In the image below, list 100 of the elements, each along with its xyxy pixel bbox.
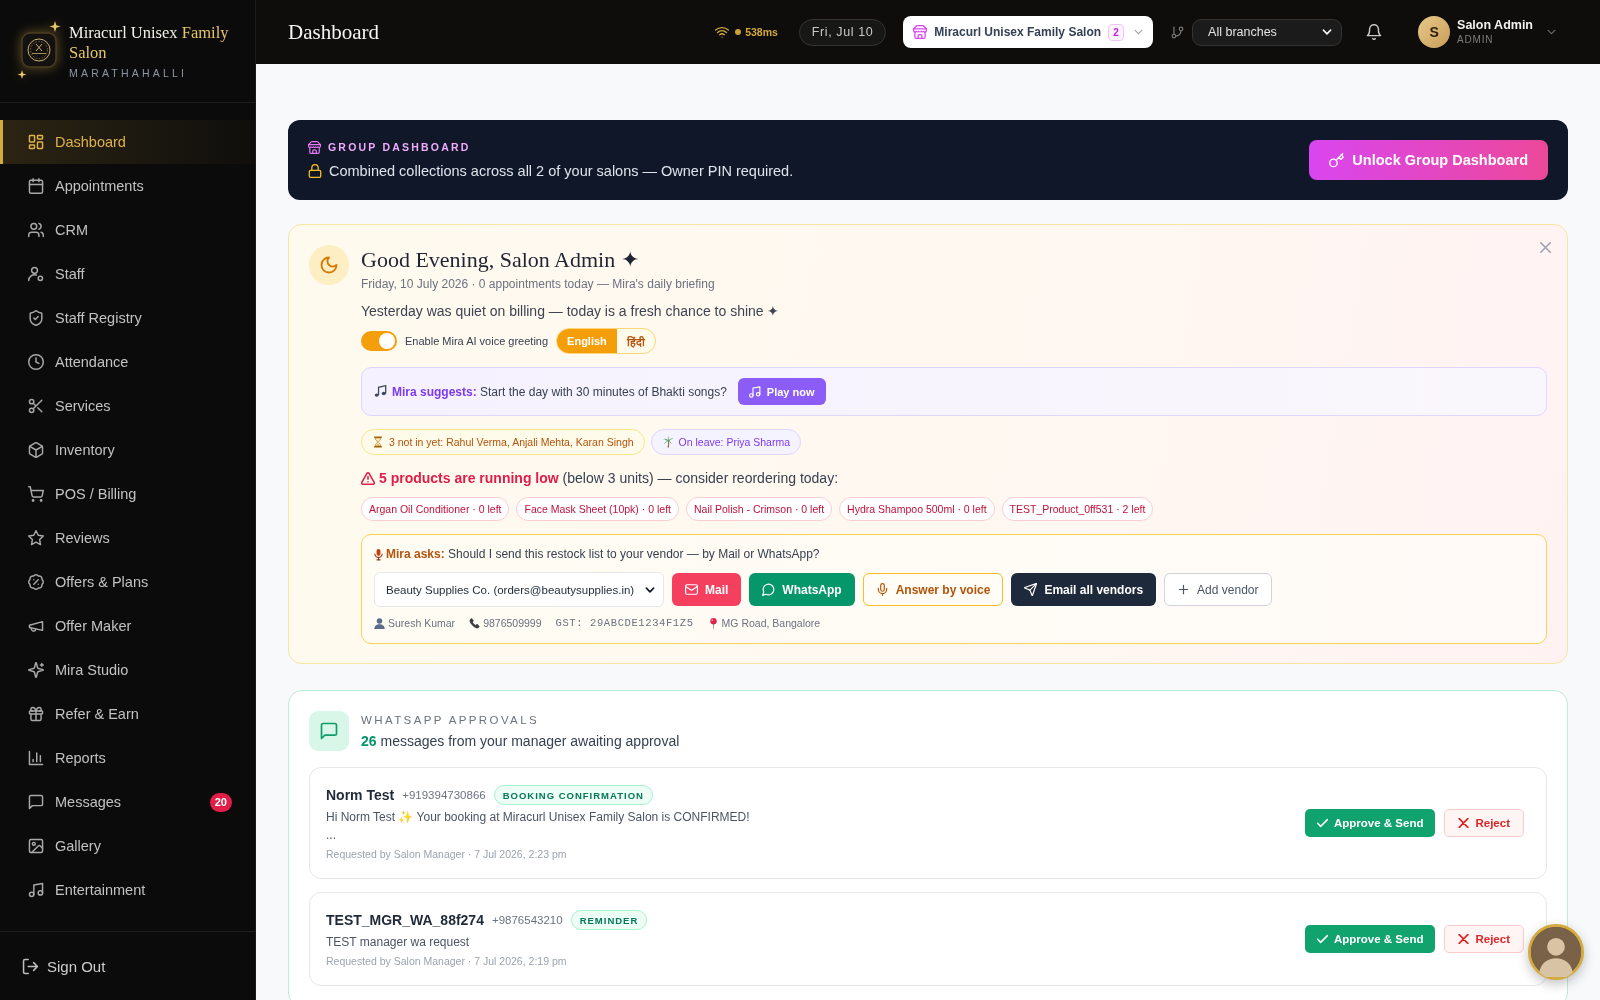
greeting-subtitle: Friday, 10 July 2026 · 0 appointments today — Mira's daily briefing xyxy=(361,276,716,293)
user-icon xyxy=(28,266,44,282)
suggestion-text: Mira suggests: Start the day with 30 minutes of Bhakti songs? xyxy=(392,384,727,399)
nav-item[interactable]: Staff Registry xyxy=(0,296,255,340)
clock-icon xyxy=(28,354,44,370)
greeting-title: Good Evening, Salon Admin ✦ xyxy=(361,246,640,274)
message-type-tag: BOOKING CONFIRMATION xyxy=(493,785,653,805)
salon-selector[interactable]: Miracurl Unisex Family Salon 2 xyxy=(903,16,1154,48)
voice-greeting-toggle[interactable] xyxy=(361,331,397,351)
contact-phone: 9876509999 xyxy=(483,617,542,629)
close-icon xyxy=(1458,934,1470,944)
nav-item[interactable]: Inventory xyxy=(0,428,255,472)
play-now-button[interactable]: Play now xyxy=(737,378,826,405)
mail-button[interactable]: Mail xyxy=(672,573,742,606)
branch-select[interactable]: All branches xyxy=(1192,18,1343,46)
nav-item[interactable]: Mira Studio xyxy=(0,648,255,692)
unlock-button[interactable]: Unlock Group Dashboard xyxy=(1309,140,1548,180)
person-icon xyxy=(374,617,385,629)
chevron-down-icon[interactable] xyxy=(1547,29,1556,35)
contact-phone: +919394730866 xyxy=(402,789,486,801)
latency-text: 538ms xyxy=(745,26,778,38)
nav-item[interactable]: Offers & Plans xyxy=(0,560,255,604)
nav-item[interactable]: Entertainment xyxy=(0,868,255,912)
check-icon xyxy=(1317,818,1328,828)
phone-icon xyxy=(469,617,481,629)
user-name: Salon Admin xyxy=(1457,18,1533,33)
user-avatar[interactable]: S xyxy=(1418,16,1451,48)
location-label: MARATHAHALLI xyxy=(69,67,189,79)
banner-text: Combined collections across all 2 of your salons — Owner PIN required. xyxy=(329,162,794,181)
calendar-icon xyxy=(28,178,44,194)
music-note-icon xyxy=(374,385,387,398)
request-info: Requested by Salon Manager · 7 Jul 2026, 2:23 pm xyxy=(326,847,568,862)
page-title: Dashboard xyxy=(288,19,379,45)
nav-item[interactable]: Staff xyxy=(0,252,255,296)
nav-item[interactable]: Dashboard xyxy=(0,120,255,164)
nav-item[interactable]: Gallery xyxy=(0,824,255,868)
salon-name: Miracurl Unisex Family Salon xyxy=(69,23,230,63)
message-text: Hi Norm Test ✨ Your booking at Miracurl Unisex Family Salon is CONFIRMED! ... xyxy=(326,809,751,844)
nav-item[interactable]: Services xyxy=(0,384,255,428)
key-icon xyxy=(1329,152,1345,168)
nav-item[interactable]: CRM xyxy=(0,208,255,252)
send-icon xyxy=(1024,583,1038,596)
email-all-button[interactable]: Email all vendors xyxy=(1011,573,1157,606)
pin-icon xyxy=(707,617,719,629)
product-chip: Hydra Shampoo 500ml · 0 left xyxy=(839,497,995,521)
language-option[interactable]: हिंदी xyxy=(616,329,655,353)
nav-item[interactable]: Offer Maker xyxy=(0,604,255,648)
music-note-icon xyxy=(748,385,761,398)
message-text: TEST manager wa request xyxy=(326,934,471,951)
count-badge: 2 xyxy=(1108,23,1125,41)
reject-button[interactable]: Reject xyxy=(1444,809,1524,837)
voice-answer-button[interactable]: Answer by voice xyxy=(862,573,1004,606)
microphone-icon xyxy=(374,547,383,561)
bell-icon[interactable] xyxy=(1366,24,1383,40)
nav-item[interactable]: Reports xyxy=(0,736,255,780)
nav-item[interactable]: Appointments xyxy=(0,164,255,208)
palm-tree-icon xyxy=(661,436,674,448)
whatsapp-button[interactable]: WhatsApp xyxy=(749,573,855,606)
warning-icon xyxy=(361,471,375,485)
contact-address: MG Road, Bangalore xyxy=(721,617,821,629)
plus-icon xyxy=(1177,583,1191,596)
staff-note: 3 not in yet: Rahul Verma, Anjali Mehta, Karan Singh xyxy=(361,429,645,455)
low-stock-warning: 5 products are running low (below 3 units) — consider reordering today: xyxy=(379,470,839,486)
sign-out-button[interactable]: Sign Out xyxy=(22,957,106,975)
close-icon[interactable] xyxy=(1540,242,1551,253)
contact-phone: +9876543210 xyxy=(491,914,563,926)
branch-icon xyxy=(1171,25,1185,39)
cart-icon xyxy=(28,486,44,502)
nav-item[interactable]: Attendance xyxy=(0,340,255,384)
close-icon xyxy=(1458,818,1470,828)
megaphone-icon xyxy=(28,618,44,634)
product-chip: Face Mask Sheet (10pk) · 0 left xyxy=(516,497,679,521)
section-label: WHATSAPP APPROVALS xyxy=(361,712,541,728)
star-icon xyxy=(28,530,44,546)
vendor-select[interactable]: Beauty Supplies Co. (orders@beautysupplies.in) xyxy=(374,572,664,607)
store-icon xyxy=(913,25,928,39)
chat-bubble-icon xyxy=(762,583,776,596)
add-vendor-button[interactable]: Add vendor xyxy=(1164,573,1272,606)
nav-item[interactable]: Refer & Earn xyxy=(0,692,255,736)
lock-icon xyxy=(308,164,322,178)
contact-name: TEST_MGR_WA_88f274 xyxy=(326,912,484,928)
gst-number: GST: 29ABCDE1234F1Z5 xyxy=(555,617,694,629)
nav-item[interactable]: Messages 20 xyxy=(0,780,255,824)
section-label: GROUP DASHBOARD xyxy=(328,140,471,155)
approvals-summary: 26 messages from your manager awaiting approval xyxy=(361,731,680,751)
chevron-down-icon xyxy=(645,586,655,593)
message-type-tag: REMINDER xyxy=(570,910,648,930)
chevron-down-icon xyxy=(1322,29,1333,35)
nav-item[interactable]: Reviews xyxy=(0,516,255,560)
sparkles-icon xyxy=(28,662,44,678)
status-dot-icon xyxy=(735,29,742,35)
contact-name: Suresh Kumar xyxy=(388,617,456,629)
reject-button[interactable]: Reject xyxy=(1444,925,1524,953)
nav-item[interactable]: POS / Billing xyxy=(0,472,255,516)
moon-icon xyxy=(309,245,349,285)
vendor-question: Mira asks: Should I send this restock list to your vendor — by Mail or WhatsApp? xyxy=(386,547,820,561)
scissors-icon xyxy=(28,398,44,414)
briefing-message: Yesterday was quiet on billing — today is a fresh chance to shine ✦ xyxy=(361,302,781,321)
chevron-down-icon xyxy=(1134,29,1144,35)
store-icon xyxy=(308,140,321,154)
